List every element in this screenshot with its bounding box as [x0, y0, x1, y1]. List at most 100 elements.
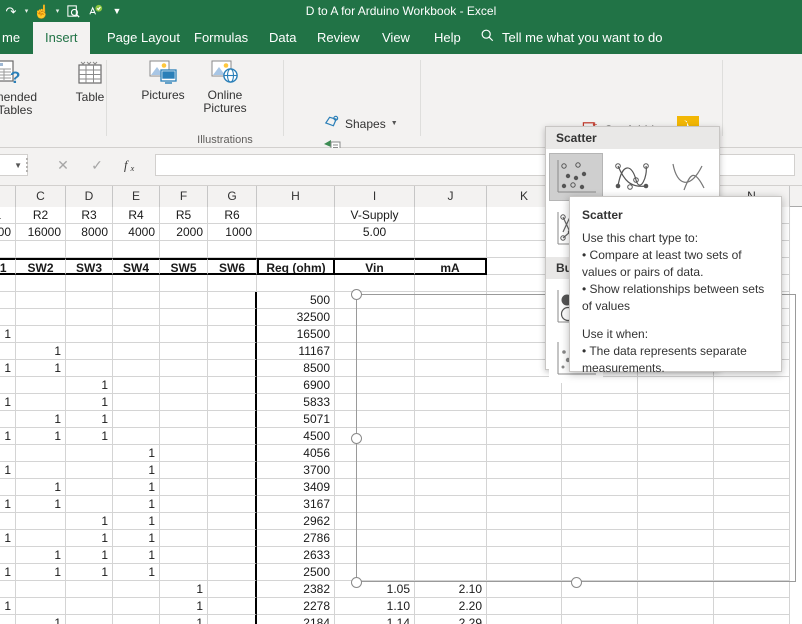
cell[interactable]: 2000 — [0, 224, 16, 241]
cell[interactable]: R3 — [66, 207, 113, 224]
cell[interactable] — [66, 292, 113, 309]
tab-home[interactable]: me — [0, 22, 32, 54]
cell[interactable]: 5833 — [257, 394, 335, 411]
cell[interactable]: 2786 — [257, 530, 335, 547]
cell[interactable] — [113, 343, 160, 360]
tab-view[interactable]: View — [370, 22, 422, 54]
cell[interactable] — [335, 241, 415, 258]
cell[interactable]: R6 — [208, 207, 257, 224]
cell[interactable]: 16500 — [257, 326, 335, 343]
cell[interactable]: 1 — [66, 513, 113, 530]
cell[interactable] — [113, 292, 160, 309]
cell[interactable] — [208, 581, 257, 598]
cell[interactable] — [0, 513, 16, 530]
cell[interactable] — [113, 581, 160, 598]
cell[interactable] — [415, 275, 487, 292]
cell[interactable]: 1 — [0, 598, 16, 615]
cell[interactable] — [113, 275, 160, 292]
cell[interactable]: 11167 — [257, 343, 335, 360]
cell[interactable]: 5071 — [257, 411, 335, 428]
cell[interactable] — [0, 377, 16, 394]
cell[interactable] — [160, 530, 208, 547]
cell[interactable]: 1 — [113, 496, 160, 513]
cancel-formula-button[interactable]: ✕ — [48, 154, 78, 176]
cell[interactable] — [66, 241, 113, 258]
cell[interactable]: 1 — [160, 581, 208, 598]
cell[interactable]: 1 — [0, 496, 16, 513]
cell[interactable] — [16, 462, 66, 479]
cell[interactable]: 8000 — [66, 224, 113, 241]
cell[interactable] — [257, 275, 335, 292]
scatter-smooth-lines-markers-option[interactable] — [605, 153, 659, 201]
cell[interactable]: 3409 — [257, 479, 335, 496]
cell[interactable]: 1 — [113, 513, 160, 530]
cell[interactable] — [208, 462, 257, 479]
cell[interactable]: SW2 — [16, 258, 66, 275]
cell[interactable] — [208, 377, 257, 394]
cell[interactable] — [208, 343, 257, 360]
cell[interactable] — [208, 479, 257, 496]
cell[interactable]: 2.10 — [415, 581, 487, 598]
cell[interactable]: 1 — [113, 462, 160, 479]
insert-function-button[interactable]: fx — [116, 154, 146, 176]
cell[interactable]: 1 — [160, 615, 208, 624]
cell[interactable] — [16, 292, 66, 309]
cell[interactable] — [113, 309, 160, 326]
cell[interactable] — [160, 326, 208, 343]
cell[interactable]: 1 — [0, 394, 16, 411]
column-header-I[interactable]: I — [335, 186, 415, 207]
cell[interactable]: 4000 — [113, 224, 160, 241]
cell[interactable] — [160, 564, 208, 581]
cell[interactable] — [160, 428, 208, 445]
cell[interactable] — [415, 207, 487, 224]
cell[interactable] — [66, 581, 113, 598]
cell[interactable]: 1.10 — [335, 598, 415, 615]
cell[interactable] — [714, 598, 790, 615]
cell[interactable]: 2184 — [257, 615, 335, 624]
cell[interactable]: SW1 — [0, 258, 16, 275]
cell[interactable] — [16, 394, 66, 411]
cell[interactable] — [160, 496, 208, 513]
cell[interactable]: 1 — [66, 394, 113, 411]
cell[interactable]: 32500 — [257, 309, 335, 326]
cell[interactable]: R2 — [16, 207, 66, 224]
cell[interactable] — [208, 394, 257, 411]
cell[interactable] — [16, 530, 66, 547]
cell[interactable] — [487, 615, 562, 624]
cell[interactable]: 1000 — [208, 224, 257, 241]
chart-handle-top-left[interactable] — [351, 289, 362, 300]
chart-handle-bottom-middle[interactable] — [571, 577, 582, 588]
tab-insert[interactable]: Insert — [33, 22, 90, 54]
cell[interactable]: 4056 — [257, 445, 335, 462]
cell[interactable]: 1.14 — [335, 615, 415, 624]
cell[interactable] — [160, 309, 208, 326]
name-box[interactable]: ▼ — [0, 154, 28, 176]
cell[interactable] — [257, 207, 335, 224]
cell[interactable] — [113, 326, 160, 343]
cell[interactable] — [160, 377, 208, 394]
cell[interactable]: 1 — [113, 564, 160, 581]
cell[interactable] — [257, 224, 335, 241]
cell[interactable] — [160, 479, 208, 496]
cell[interactable]: 1 — [66, 428, 113, 445]
cell[interactable] — [66, 479, 113, 496]
column-header-J[interactable]: J — [415, 186, 487, 207]
cell[interactable]: 1 — [16, 496, 66, 513]
cell[interactable] — [113, 428, 160, 445]
cell[interactable] — [160, 411, 208, 428]
online-pictures-button[interactable]: OnlinePictures — [194, 57, 256, 115]
column-header-H[interactable]: H — [257, 186, 335, 207]
cell[interactable]: 1 — [0, 462, 16, 479]
cell[interactable]: R1 — [0, 207, 16, 224]
cell[interactable] — [160, 547, 208, 564]
pictures-button[interactable]: Pictures — [132, 57, 194, 102]
cell[interactable]: Vin — [335, 258, 415, 275]
cell[interactable]: 1 — [0, 360, 16, 377]
cell[interactable]: 1 — [16, 360, 66, 377]
cell[interactable] — [335, 275, 415, 292]
cell[interactable]: 2.29 — [415, 615, 487, 624]
column-header-F[interactable]: F — [160, 186, 208, 207]
tab-review[interactable]: Review — [305, 22, 372, 54]
cell[interactable] — [208, 530, 257, 547]
cell[interactable]: 1 — [113, 530, 160, 547]
